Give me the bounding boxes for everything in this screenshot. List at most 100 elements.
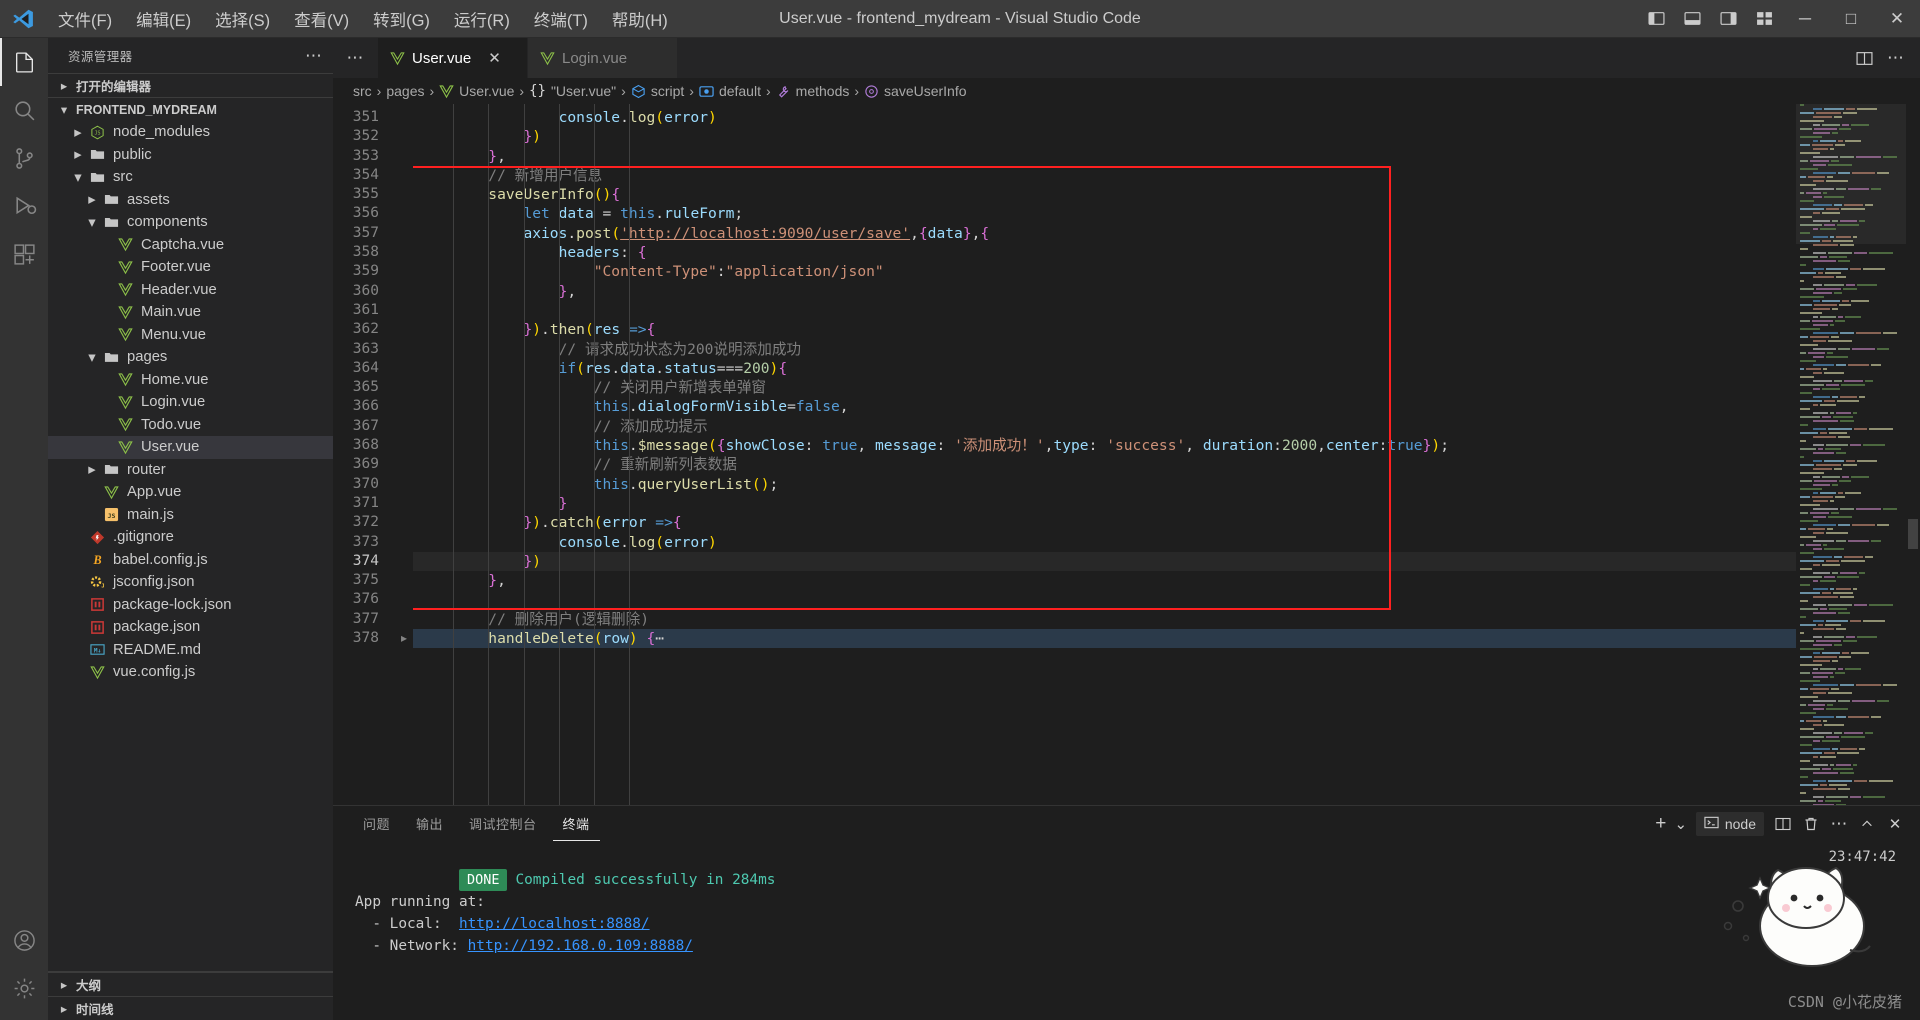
- tabs-more-icon[interactable]: ⋯: [333, 38, 378, 78]
- code-line[interactable]: // 重新刷新列表数据: [413, 455, 1796, 474]
- tree-folder-assets[interactable]: ▸assets: [48, 189, 333, 212]
- breadcrumb-item-user.vue[interactable]: User.vue: [439, 83, 514, 99]
- tree-file-package-lock-json[interactable]: package-lock.json: [48, 594, 333, 617]
- new-terminal-dropdown-icon[interactable]: ⌄: [1668, 811, 1694, 837]
- minimap[interactable]: [1796, 104, 1906, 805]
- breadcrumb-item-pages[interactable]: pages: [386, 83, 424, 99]
- code-line[interactable]: }): [413, 552, 1796, 571]
- fold-gutter[interactable]: ▸: [395, 104, 413, 805]
- tree-file-header-vue[interactable]: Header.vue: [48, 279, 333, 302]
- accounts-icon[interactable]: [0, 916, 48, 964]
- run-debug-icon[interactable]: [0, 182, 48, 230]
- kill-terminal-trash-icon[interactable]: [1798, 811, 1824, 837]
- close-button[interactable]: ✕: [1874, 0, 1920, 37]
- outline-section[interactable]: ▸ 大纲: [48, 972, 333, 996]
- toggle-secondary-sidebar-icon[interactable]: [1710, 0, 1746, 37]
- search-icon[interactable]: [0, 86, 48, 134]
- tree-file-babel-config-js[interactable]: Bbabel.config.js: [48, 549, 333, 572]
- code-line[interactable]: }: [413, 494, 1796, 513]
- sidebar-more-icon[interactable]: ⋯: [305, 46, 323, 66]
- network-url-link[interactable]: http://192.168.0.109:8888/: [468, 938, 693, 954]
- code-line[interactable]: headers: {: [413, 243, 1796, 262]
- code-line[interactable]: }).catch(error =>{: [413, 513, 1796, 532]
- scrollbar-thumb[interactable]: [1908, 519, 1918, 549]
- panel-more-icon[interactable]: ⋯: [1826, 811, 1852, 837]
- code-line[interactable]: console.log(error): [413, 108, 1796, 127]
- code-line[interactable]: if(res.data.status===200){: [413, 359, 1796, 378]
- minimize-button[interactable]: ─: [1782, 0, 1828, 37]
- breadcrumb-item-src[interactable]: src: [353, 83, 372, 99]
- breadcrumb-item-saveuserinfo[interactable]: saveUserInfo: [864, 83, 966, 99]
- breadcrumb-item-default[interactable]: default: [699, 83, 761, 99]
- menu-run[interactable]: 运行(R): [442, 0, 522, 37]
- maximize-button[interactable]: □: [1828, 0, 1874, 37]
- tree-file-user-vue[interactable]: User.vue: [48, 436, 333, 459]
- settings-gear-icon[interactable]: [0, 964, 48, 1012]
- panel-maximize-icon[interactable]: [1854, 811, 1880, 837]
- code-line[interactable]: this.dialogFormVisible=false,: [413, 397, 1796, 416]
- code-content[interactable]: console.log(error) }) }, // 新增用户信息 saveU…: [413, 104, 1796, 805]
- timeline-section[interactable]: ▸ 时间线: [48, 996, 333, 1020]
- panel-close-icon[interactable]: ✕: [1882, 811, 1908, 837]
- code-line[interactable]: },: [413, 147, 1796, 166]
- tree-file-captcha-vue[interactable]: Captcha.vue: [48, 234, 333, 257]
- tree-file-main-vue[interactable]: Main.vue: [48, 301, 333, 324]
- terminal-selector[interactable]: node: [1696, 812, 1764, 836]
- panel-tab-output[interactable]: 输出: [406, 806, 453, 841]
- menu-help[interactable]: 帮助(H): [600, 0, 680, 37]
- tree-folder-node-modules[interactable]: ▸JSnode_modules: [48, 121, 333, 144]
- tree-file-vue-config-js[interactable]: vue.config.js: [48, 661, 333, 684]
- customize-layout-icon[interactable]: [1746, 0, 1782, 37]
- toggle-panel-icon[interactable]: [1674, 0, 1710, 37]
- tab-close-icon[interactable]: ✕: [488, 49, 501, 67]
- explorer-icon[interactable]: [0, 38, 48, 86]
- tree-file-login-vue[interactable]: Login.vue: [48, 391, 333, 414]
- menu-selection[interactable]: 选择(S): [203, 0, 282, 37]
- code-line[interactable]: // 关闭用户新增表单弹窗: [413, 378, 1796, 397]
- tree-file-footer-vue[interactable]: Footer.vue: [48, 256, 333, 279]
- toggle-primary-sidebar-icon[interactable]: [1638, 0, 1674, 37]
- extensions-icon[interactable]: [0, 230, 48, 278]
- tab-user-vue[interactable]: User.vue ✕: [378, 38, 528, 78]
- tree-file-jsconfig-json[interactable]: JSjsconfig.json: [48, 571, 333, 594]
- tree-file-todo-vue[interactable]: Todo.vue: [48, 414, 333, 437]
- split-terminal-icon[interactable]: [1770, 811, 1796, 837]
- tree-folder-router[interactable]: ▸router: [48, 459, 333, 482]
- breadcrumb-item-methods[interactable]: methods: [776, 83, 850, 99]
- code-line[interactable]: // 请求成功状态为200说明添加成功: [413, 340, 1796, 359]
- menu-go[interactable]: 转到(G): [361, 0, 442, 37]
- code-line[interactable]: [413, 301, 1796, 320]
- tab-login-vue[interactable]: Login.vue ✕: [528, 38, 678, 78]
- tree-file-menu-vue[interactable]: Menu.vue: [48, 324, 333, 347]
- code-line[interactable]: // 添加成功提示: [413, 417, 1796, 436]
- tree-folder-public[interactable]: ▸public: [48, 144, 333, 167]
- editor-vertical-scrollbar[interactable]: [1906, 104, 1920, 805]
- code-line[interactable]: this.$message({showClose: true, message:…: [413, 436, 1796, 455]
- panel-tab-problems[interactable]: 问题: [353, 806, 400, 841]
- source-control-icon[interactable]: [0, 134, 48, 182]
- code-editor[interactable]: 3513523533543553563573583593603613623633…: [333, 104, 1920, 805]
- project-root-section[interactable]: ▾ FRONTEND_MYDREAM: [48, 97, 333, 121]
- breadcrumb-item-user.vue[interactable]: {}"User.vue": [529, 83, 616, 99]
- code-line[interactable]: this.queryUserList();: [413, 475, 1796, 494]
- code-line[interactable]: "Content-Type":"application/json": [413, 262, 1796, 281]
- code-line[interactable]: handleDelete(row) {⋯: [413, 629, 1796, 648]
- split-editor-icon[interactable]: [1850, 44, 1878, 72]
- menu-file[interactable]: 文件(F): [46, 0, 124, 37]
- menu-terminal[interactable]: 终端(T): [522, 0, 600, 37]
- code-line[interactable]: // 新增用户信息: [413, 166, 1796, 185]
- menu-view[interactable]: 查看(V): [282, 0, 361, 37]
- code-line[interactable]: },: [413, 571, 1796, 590]
- code-line[interactable]: // 删除用户(逻辑删除): [413, 610, 1796, 629]
- code-line[interactable]: [413, 590, 1796, 609]
- menu-edit[interactable]: 编辑(E): [124, 0, 203, 37]
- terminal-output[interactable]: DONECompiled successfully in 284ms App r…: [333, 841, 1920, 1020]
- local-url-link[interactable]: http://localhost:8888/: [459, 916, 650, 932]
- tree-folder-src[interactable]: ▾src: [48, 166, 333, 189]
- code-line[interactable]: saveUserInfo(){: [413, 185, 1796, 204]
- editor-more-icon[interactable]: ⋯: [1882, 44, 1910, 72]
- tree-file-main-js[interactable]: JSmain.js: [48, 504, 333, 527]
- code-line[interactable]: }): [413, 127, 1796, 146]
- tree-file-app-vue[interactable]: App.vue: [48, 481, 333, 504]
- tree-folder-pages[interactable]: ▾pages: [48, 346, 333, 369]
